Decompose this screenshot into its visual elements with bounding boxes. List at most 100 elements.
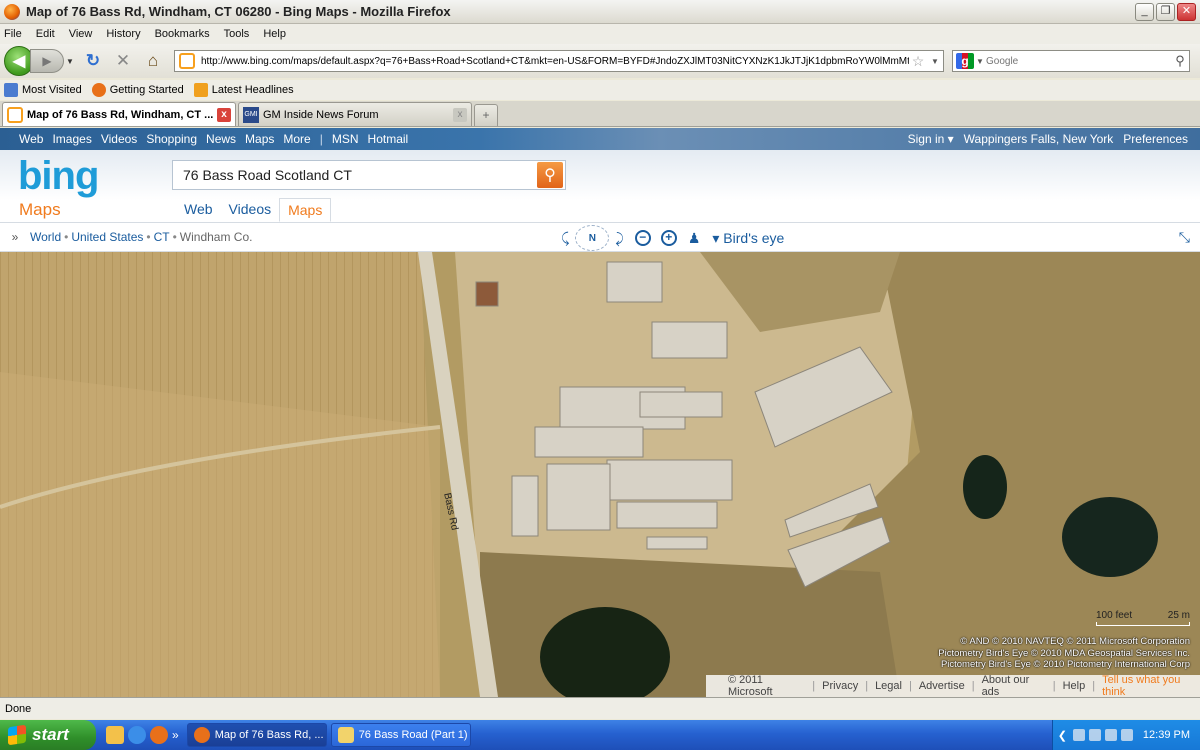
taskbar-item-label: 76 Bass Road (Part 1) [358,729,468,741]
tab-bar: Map of 76 Bass Rd, Windham, CT ... x GMI… [0,101,1200,127]
footer-about-ads-link[interactable]: About our ads [982,674,1046,697]
menu-view[interactable]: View [69,28,93,40]
minimize-button[interactable]: _ [1135,2,1154,21]
aerial-map[interactable]: Bass Rd 100 feet 25 m © AND © 2010 NAVTE… [0,252,1200,697]
taskbar-item-firefox[interactable]: Map of 76 Bass Rd, ... [186,723,327,747]
menu-bar: File Edit View History Bookmarks Tools H… [0,24,1200,44]
compass-icon[interactable]: N [575,225,610,251]
maximize-button[interactable]: ❐ [1156,2,1175,21]
menu-history[interactable]: History [106,28,140,40]
tab-gm-inside-news[interactable]: GMI GM Inside News Forum x [238,102,472,126]
scope-videos[interactable]: Videos [221,198,280,222]
breadcrumb-ct[interactable]: CT [154,230,170,244]
new-tab-button[interactable]: + [474,104,498,126]
footer-feedback-link[interactable]: Tell us what you think [1102,674,1200,697]
footer-privacy-link[interactable]: Privacy [822,680,858,692]
nav-web[interactable]: Web [19,132,43,146]
quick-launch-more-icon[interactable]: » [172,728,179,742]
footer-sep: | [971,680,975,692]
nav-more[interactable]: More [283,132,310,146]
close-button[interactable]: ✕ [1177,2,1196,21]
url-text[interactable]: http://www.bing.com/maps/default.aspx?q=… [201,56,909,67]
menu-bookmarks[interactable]: Bookmarks [155,28,210,40]
search-input[interactable] [986,55,1171,67]
preferences-link[interactable]: Preferences [1123,132,1188,146]
nav-news[interactable]: News [206,132,236,146]
breadcrumb-sep: • [146,230,151,244]
tab-close-icon[interactable]: x [453,107,467,122]
bookmark-star-icon[interactable]: ☆ [909,53,927,70]
engine-dropdown-icon[interactable]: ▼ [974,57,986,66]
birds-eye-dropdown[interactable]: ▾ Bird's eye [712,230,784,247]
query-input[interactable] [173,167,537,183]
menu-file[interactable]: File [4,28,22,40]
search-icon[interactable]: ⚲ [1171,53,1189,69]
tab-label: Map of 76 Bass Rd, Windham, CT ... [27,108,214,121]
footer-help-link[interactable]: Help [1063,680,1086,692]
bing-logo[interactable]: bing [18,154,99,199]
network-icon[interactable] [1072,729,1085,741]
window-title: Map of 76 Bass Rd, Windham, CT 06280 - B… [26,4,451,19]
internet-explorer-icon[interactable] [128,726,146,744]
footer-advertise-link[interactable]: Advertise [919,680,965,692]
firefox-bookmark-icon [91,83,106,97]
taskbar-item-folder[interactable]: 76 Bass Road (Part 1) [330,723,471,747]
search-button[interactable]: ⚲ [537,162,563,188]
forward-button[interactable]: ▶ [30,49,64,73]
bookmark-getting-started[interactable]: Getting Started [91,83,184,97]
start-button[interactable]: start [0,720,96,750]
navigation-toolbar: ◀ ▶ ▼ ↻ ✕ ⌂ http://www.bing.com/maps/def… [0,44,1200,78]
start-label: start [32,725,69,744]
firefox-quick-icon[interactable] [150,726,168,744]
url-dropdown-icon[interactable]: ▼ [927,57,943,66]
menu-edit[interactable]: Edit [36,28,55,40]
bookmark-label: Latest Headlines [211,84,294,96]
scope-web[interactable]: Web [176,198,221,222]
footer-copyright: © 2011 Microsoft [728,674,773,697]
tab-close-icon[interactable]: x [217,107,231,122]
stop-icon[interactable]: ✕ [110,49,136,73]
scope-maps[interactable]: Maps [279,198,332,222]
update-icon[interactable] [1120,729,1133,741]
tab-bing-maps[interactable]: Map of 76 Bass Rd, Windham, CT ... x [2,102,236,126]
nav-shopping[interactable]: Shopping [146,132,197,146]
security-icon[interactable] [1104,729,1117,741]
windows-logo-icon [8,724,26,746]
tab-label: GM Inside News Forum [263,108,379,121]
home-icon[interactable]: ⌂ [140,49,166,73]
breadcrumb-united-states[interactable]: United States [71,230,143,244]
menu-tools[interactable]: Tools [224,28,250,40]
query-box: ⚲ [172,160,566,190]
nav-hotmail[interactable]: Hotmail [368,132,409,146]
bookmark-latest-headlines[interactable]: Latest Headlines [193,83,294,97]
footer-legal-link[interactable]: Legal [875,680,902,692]
history-dropdown-icon[interactable]: ▼ [64,57,76,66]
nav-maps[interactable]: Maps [245,132,274,146]
nav-videos[interactable]: Videos [101,132,137,146]
search-bar[interactable]: g ▼ ⚲ [952,50,1190,72]
sign-in-link[interactable]: Sign in ▾ [908,132,954,146]
reload-icon[interactable]: ↻ [80,49,106,73]
person-icon[interactable]: ♟ [688,230,701,247]
expand-panel-icon[interactable]: » [0,230,30,244]
rotate-left-icon[interactable]: ⤹ [561,230,569,247]
copyright-line: © AND © 2010 NAVTEQ © 2011 Microsoft Cor… [960,636,1190,647]
tray-expand-icon[interactable]: ❮ [1058,729,1067,742]
url-bar[interactable]: http://www.bing.com/maps/default.aspx?q=… [174,50,944,72]
nav-msn[interactable]: MSN [332,132,359,146]
nav-images[interactable]: Images [52,132,91,146]
location-link[interactable]: Wappingers Falls, New York [964,132,1114,146]
breadcrumb-world[interactable]: World [30,230,61,244]
volume-icon[interactable] [1088,729,1101,741]
quick-launch-person-icon[interactable] [106,726,124,744]
zoom-in-icon[interactable]: + [660,230,677,246]
zoom-out-icon[interactable]: − [634,230,651,246]
clock[interactable]: 12:39 PM [1143,729,1190,741]
bookmark-most-visited[interactable]: Most Visited [4,83,82,97]
menu-help[interactable]: Help [263,28,286,40]
google-engine-icon[interactable]: g [956,53,974,69]
quick-launch: » [106,726,183,744]
rotate-right-icon[interactable]: ⤸ [615,230,623,247]
collapse-icon[interactable]: ⤡ [1179,229,1190,246]
bing-top-right: Sign in ▾ Wappingers Falls, New York Pre… [898,132,1200,146]
